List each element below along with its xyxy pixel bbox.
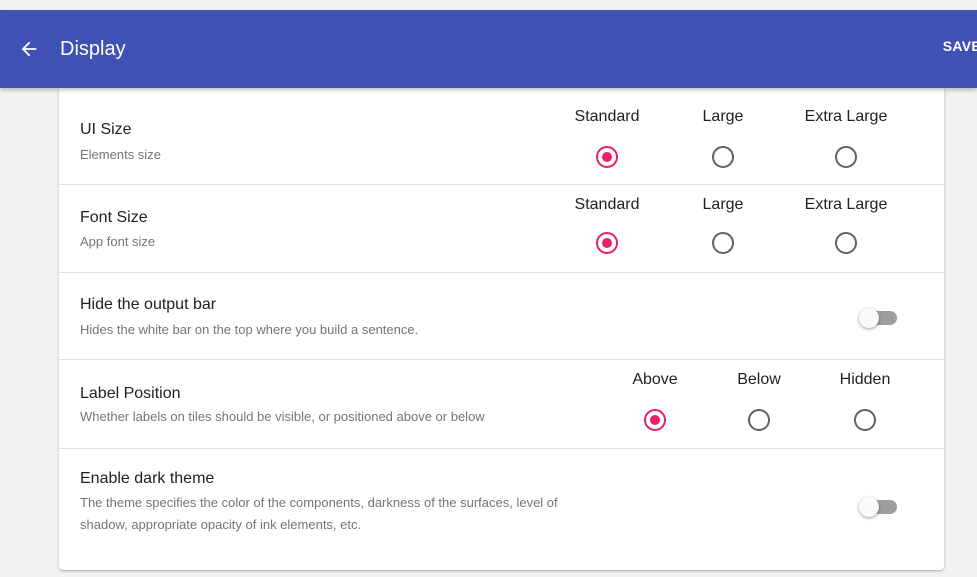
label-position-option-hidden-label: Hidden [839,371,891,388]
hide-output-bar-toggle[interactable] [859,306,899,330]
font-size-setting: Font Size App font size Standard Large E… [59,185,944,273]
font-size-title: Font Size [80,209,148,226]
dark-theme-toggle[interactable] [859,495,899,519]
ui-size-setting: UI Size Elements size Standard Large Ext… [59,88,944,185]
label-position-radio-below[interactable] [748,409,770,431]
ui-size-option-standard-label: Standard [574,108,640,125]
hide-output-bar-setting: Hide the output bar Hides the white bar … [59,273,944,360]
hide-output-bar-title: Hide the output bar [80,296,217,313]
ui-size-radio-extra-large[interactable] [835,146,857,168]
label-position-title: Label Position [80,385,181,402]
toggle-thumb [859,308,879,328]
arrow-left-icon [21,41,37,57]
font-size-subtitle: App font size [80,234,156,249]
label-position-setting: Label Position Whether labels on tiles s… [59,360,944,449]
font-size-radio-large[interactable] [712,232,734,254]
label-position-option-above-label: Above [632,371,678,388]
font-size-option-standard-label: Standard [574,196,640,213]
back-button[interactable] [14,34,44,64]
page-title: Display [60,38,126,60]
app-bar: Display SAVE [0,10,977,88]
font-size-option-extra-large-label: Extra Large [804,196,888,213]
label-position-option-below-label: Below [737,371,781,388]
label-position-radio-above[interactable] [644,409,666,431]
ui-size-option-large-label: Large [702,108,744,125]
font-size-radio-standard[interactable] [596,232,618,254]
dark-theme-title: Enable dark theme [80,470,215,487]
label-position-subtitle: Whether labels on tiles should be visibl… [80,409,485,424]
toggle-thumb [859,497,879,517]
font-size-option-large-label: Large [702,196,744,213]
font-size-radio-extra-large[interactable] [835,232,857,254]
dark-theme-subtitle-line1: The theme specifies the color of the com… [80,495,558,510]
ui-size-option-extra-large-label: Extra Large [804,108,888,125]
ui-size-subtitle: Elements size [80,147,161,162]
ui-size-title: UI Size [80,121,132,138]
dark-theme-setting: Enable dark theme The theme specifies th… [59,449,944,570]
hide-output-bar-subtitle: Hides the white bar on the top where you… [80,322,419,337]
dark-theme-subtitle-line2: shadow, appropriate opacity of ink eleme… [80,517,362,532]
ui-size-radio-large[interactable] [712,146,734,168]
label-position-radio-hidden[interactable] [854,409,876,431]
save-button[interactable]: SAVE [943,38,977,54]
ui-size-radio-standard[interactable] [596,146,618,168]
display-settings-card: UI Size Elements size Standard Large Ext… [59,88,944,570]
